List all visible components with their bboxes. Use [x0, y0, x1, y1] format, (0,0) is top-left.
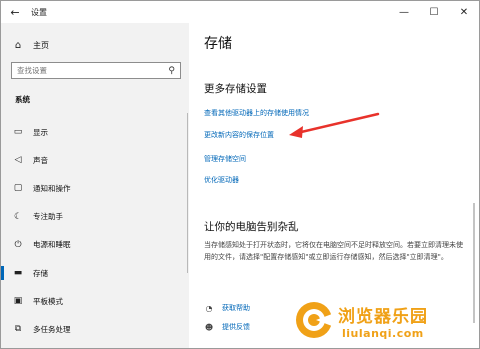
give-feedback-label: 提供反馈 — [222, 323, 250, 331]
section-label-system: 系统 — [15, 95, 30, 104]
sidebar: ⌂ 主页 ⚲ 系统 ▭ 显示 ◁ 声音 ▢ 通知和操作 ☾ 专注助手 — [1, 23, 189, 348]
give-feedback-link[interactable]: ☻ 提供反馈 — [204, 322, 250, 332]
sidebar-item-tablet-mode[interactable]: ▣ 平板模式 — [1, 287, 189, 315]
sidebar-item-power-sleep[interactable]: ⏻ 电源和睡眠 — [1, 231, 189, 259]
link-change-save-location[interactable]: 更改新内容的保存位置 — [204, 130, 274, 140]
watermark: 浏览器乐园 liulanqi.com — [294, 298, 474, 346]
maximize-icon: ☐ — [429, 6, 439, 18]
sidebar-item-sound[interactable]: ◁ 声音 — [1, 146, 189, 174]
sidebar-item-label: 专注助手 — [33, 212, 63, 222]
sound-icon: ◁ — [14, 155, 22, 166]
sidebar-item-label: 多任务处理 — [33, 324, 71, 334]
sidebar-item-label: 电源和睡眠 — [33, 240, 71, 250]
back-button[interactable]: ← — [1, 1, 29, 23]
feedback-icon: ☻ — [204, 322, 214, 332]
watermark-title: 浏览器乐园 — [338, 307, 428, 327]
close-button[interactable]: ✕ — [449, 1, 479, 23]
display-icon: ▭ — [13, 127, 23, 138]
sidebar-scrollbar[interactable] — [187, 113, 188, 273]
sidebar-item-focus-assist[interactable]: ☾ 专注助手 — [1, 203, 189, 231]
window-title: 设置 — [31, 7, 47, 17]
search-icon: ⚲ — [168, 65, 175, 76]
storage-sense-description: 当存储感知处于打开状态时，它将仅在电脑空间不足时释放空间。若要立即清理未使用的文… — [204, 241, 463, 261]
sidebar-item-multitasking[interactable]: ⧉ 多任务处理 — [1, 315, 189, 343]
sidebar-item-label: 显示 — [33, 127, 48, 137]
notification-icon: ▢ — [13, 183, 23, 194]
multitask-icon: ⧉ — [14, 324, 22, 335]
search-box[interactable]: ⚲ — [11, 62, 181, 79]
link-other-drives-usage[interactable]: 查看其他驱动器上的存储使用情况 — [204, 108, 309, 118]
sidebar-item-display[interactable]: ▭ 显示 — [1, 118, 189, 146]
storage-icon: ▬ — [13, 268, 23, 279]
sidebar-nav: ▭ 显示 ◁ 声音 ▢ 通知和操作 ☾ 专注助手 ⏻ 电源和睡眠 ▬ 存储 ▣ … — [1, 118, 189, 344]
maximize-button[interactable]: ☐ — [419, 1, 449, 23]
link-manage-storage-spaces[interactable]: 管理存储空间 — [204, 154, 246, 164]
sidebar-item-label: 主页 — [33, 40, 49, 50]
sidebar-item-label: 平板模式 — [33, 296, 63, 306]
settings-window: ← 设置 — ☐ ✕ ⌂ 主页 ⚲ 系统 ▭ 显示 ◁ 声音 — [0, 0, 480, 349]
get-help-link[interactable]: ◔ 获取帮助 — [204, 303, 251, 313]
get-help-label: 获取帮助 — [222, 304, 250, 312]
watermark-url: liulanqi.com — [342, 327, 424, 340]
minimize-button[interactable]: — — [389, 1, 419, 23]
home-icon: ⌂ — [14, 39, 22, 51]
sidebar-item-notifications[interactable]: ▢ 通知和操作 — [1, 174, 189, 202]
help-chat-icon: ◔ — [205, 303, 213, 313]
search-input[interactable] — [12, 66, 162, 75]
window-controls: — ☐ ✕ — [389, 1, 479, 23]
sidebar-item-storage[interactable]: ▬ 存储 — [1, 259, 189, 287]
close-icon: ✕ — [459, 6, 469, 18]
title-bar: ← 设置 — ☐ ✕ — [1, 1, 479, 23]
page-title: 存储 — [204, 36, 232, 52]
watermark-logo-icon — [296, 302, 332, 338]
clutter-heading: 让你的电脑告别杂乱 — [204, 221, 299, 233]
back-arrow-icon: ← — [10, 5, 20, 19]
link-optimize-drives[interactable]: 优化驱动器 — [204, 175, 239, 185]
sidebar-item-label: 声音 — [33, 155, 48, 165]
minimize-icon: — — [399, 6, 409, 18]
sidebar-item-label: 通知和操作 — [33, 183, 71, 193]
moon-icon: ☾ — [13, 211, 23, 222]
sidebar-item-home[interactable]: ⌂ 主页 — [1, 36, 189, 54]
sidebar-item-label: 存储 — [33, 268, 48, 278]
power-icon: ⏻ — [14, 239, 22, 250]
tablet-icon: ▣ — [13, 296, 23, 307]
more-storage-heading: 更多存储设置 — [204, 83, 267, 95]
